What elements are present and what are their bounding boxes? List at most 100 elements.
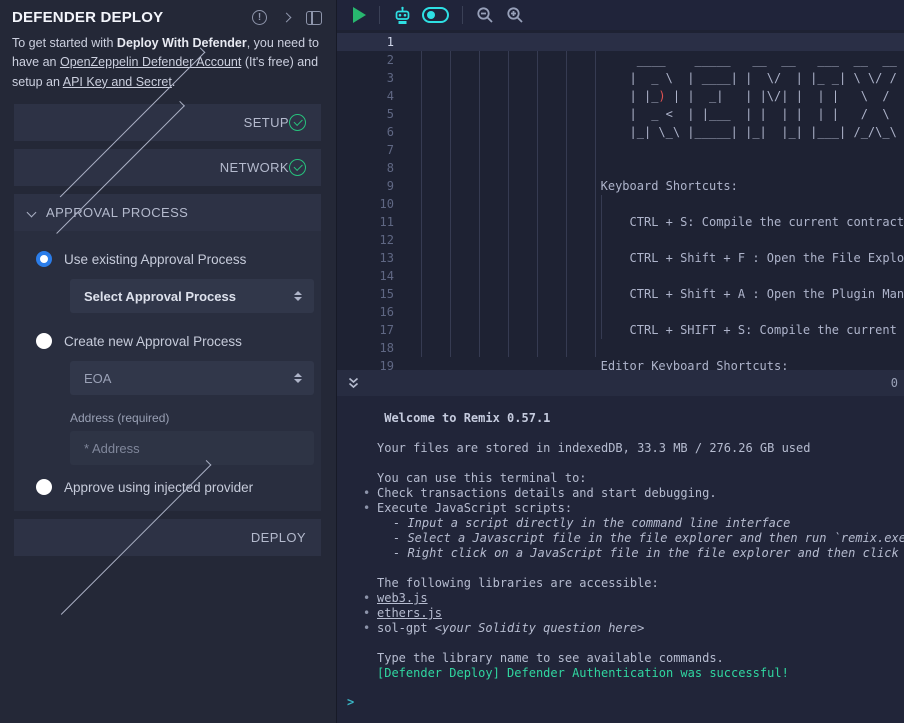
terminal-line: Execute JavaScript scripts: xyxy=(377,501,904,516)
editor-column: 12345678910111213141516171819 ____ _____… xyxy=(337,0,904,723)
code-line: |_| \_\ |_____| |_| |_| |___| /_/\_\ xyxy=(420,123,904,141)
line-number[interactable]: 5 xyxy=(337,105,394,123)
approval-process-select[interactable]: Select Approval Process xyxy=(70,279,314,313)
collapse-terminal-icon[interactable] xyxy=(347,376,360,390)
editor-gutter[interactable]: 12345678910111213141516171819 xyxy=(337,30,420,370)
code-line: CTRL + SHIFT + S: Compile the current co… xyxy=(420,321,904,339)
line-number[interactable]: 11 xyxy=(337,213,394,231)
terminal-line: web3.js xyxy=(377,591,904,606)
terminal-line xyxy=(377,426,904,441)
code-line xyxy=(420,141,904,159)
terminal-line: - Input a script directly in the command… xyxy=(393,516,904,531)
ai-copilot-toggle[interactable] xyxy=(422,7,449,23)
terminal-line xyxy=(377,456,904,471)
check-circle-icon xyxy=(289,114,306,131)
terminal-line: - Select a Javascript file in the file e… xyxy=(393,531,904,546)
select-value: Select Approval Process xyxy=(84,289,236,304)
code-line xyxy=(420,231,904,249)
check-circle-icon xyxy=(289,159,306,176)
editor-toolbar xyxy=(337,0,904,30)
terminal-link[interactable]: ethers.js xyxy=(377,606,442,620)
info-icon[interactable]: ! xyxy=(252,10,267,25)
section-label: DEPLOY xyxy=(251,530,306,545)
terminal-output: Welcome to Remix 0.57.1 Your files are st… xyxy=(377,411,904,681)
terminal[interactable]: Welcome to Remix 0.57.1 Your files are st… xyxy=(337,396,904,723)
code-line xyxy=(420,33,904,51)
terminal-line: ethers.js xyxy=(377,606,904,621)
terminal-line: [Defender Deploy] Defender Authenticatio… xyxy=(377,666,904,681)
line-number[interactable]: 12 xyxy=(337,231,394,249)
code-line: CTRL + Shift + A : Open the Plugin Manag… xyxy=(420,285,904,303)
section-label: SETUP xyxy=(244,115,289,130)
terminal-line: Type the library name to see available c… xyxy=(377,651,904,666)
terminal-link[interactable]: web3.js xyxy=(377,591,428,605)
intro-text: To get started with xyxy=(12,36,117,50)
terminal-bar: 0 xyxy=(337,370,904,396)
zoom-in-icon[interactable] xyxy=(506,6,524,24)
select-value: EOA xyxy=(84,371,111,386)
line-number[interactable]: 16 xyxy=(337,303,394,321)
code-line: | |_) | | _| | |\/| | | | \ / xyxy=(420,87,904,105)
chevron-down-icon xyxy=(27,208,37,218)
terminal-line: The following libraries are accessible: xyxy=(377,576,904,591)
intro-bold: Deploy With Defender xyxy=(117,36,247,50)
terminal-line: Your files are stored in indexedDB, 33.3… xyxy=(377,441,904,456)
line-number[interactable]: 10 xyxy=(337,195,394,213)
line-number[interactable]: 4 xyxy=(337,87,394,105)
defender-account-link[interactable]: OpenZeppelin Defender Account xyxy=(60,55,241,69)
code-line: Editor Keyboard Shortcuts: xyxy=(420,357,904,370)
panel-header: DEFENDER DEPLOY ! xyxy=(0,0,336,30)
toolbar-divider xyxy=(379,6,380,24)
section-network[interactable]: NETWORK xyxy=(14,149,321,186)
line-number[interactable]: 19 xyxy=(337,357,394,370)
radio-label: Use existing Approval Process xyxy=(64,252,246,267)
line-number[interactable]: 13 xyxy=(337,249,394,267)
code-line: CTRL + Shift + F : Open the File Explore… xyxy=(420,249,904,267)
line-number[interactable]: 14 xyxy=(337,267,394,285)
ai-assistant-robot-icon[interactable] xyxy=(393,6,412,25)
terminal-prompt[interactable]: > xyxy=(347,695,904,710)
line-number[interactable]: 7 xyxy=(337,141,394,159)
radio-create-new[interactable] xyxy=(36,333,52,349)
terminal-line: You can use this terminal to: xyxy=(377,471,904,486)
transaction-count-badge[interactable]: 0 xyxy=(891,376,898,390)
line-number[interactable]: 6 xyxy=(337,123,394,141)
line-number[interactable]: 8 xyxy=(337,159,394,177)
code-line: Keyboard Shortcuts: xyxy=(420,177,904,195)
sort-arrows-icon xyxy=(294,373,302,383)
radio-injected-provider[interactable] xyxy=(36,479,52,495)
panel-title: DEFENDER DEPLOY xyxy=(12,9,163,26)
line-number[interactable]: 9 xyxy=(337,177,394,195)
code-line xyxy=(420,159,904,177)
line-number[interactable]: 2 xyxy=(337,51,394,69)
sort-arrows-icon xyxy=(294,291,302,301)
defender-deploy-panel: DEFENDER DEPLOY ! To get started with De… xyxy=(0,0,337,723)
line-number[interactable]: 17 xyxy=(337,321,394,339)
section-deploy[interactable]: DEPLOY xyxy=(14,519,321,556)
editor-code[interactable]: ____ _____ __ __ ___ __ __ | _ \ | ____|… xyxy=(420,30,904,370)
split-panel-icon[interactable] xyxy=(306,11,322,25)
section-label: NETWORK xyxy=(220,160,289,175)
terminal-line xyxy=(377,561,904,576)
code-line: | _ < | |___ | | | | | | / \ xyxy=(420,105,904,123)
line-number[interactable]: 3 xyxy=(337,69,394,87)
radio-use-existing[interactable] xyxy=(36,251,52,267)
terminal-line: sol-gpt <your Solidity question here> xyxy=(377,621,904,636)
approval-process-form: Use existing Approval Process Select App… xyxy=(14,231,321,511)
terminal-line: Welcome to Remix 0.57.1 xyxy=(377,411,904,426)
line-number[interactable]: 15 xyxy=(337,285,394,303)
terminal-line: - Right click on a JavaScript file in th… xyxy=(393,546,904,561)
terminal-line xyxy=(377,636,904,651)
line-number[interactable]: 1 xyxy=(337,33,394,51)
api-key-link[interactable]: API Key and Secret xyxy=(63,75,172,89)
code-line xyxy=(420,195,904,213)
line-number[interactable]: 18 xyxy=(337,339,394,357)
run-script-button[interactable] xyxy=(353,7,366,23)
address-input[interactable] xyxy=(70,431,314,465)
panel-intro-text: To get started with Deploy With Defender… xyxy=(0,30,336,104)
radio-label: Create new Approval Process xyxy=(64,334,242,349)
approval-type-select[interactable]: EOA xyxy=(70,361,314,395)
chevron-right-icon[interactable] xyxy=(282,13,292,23)
zoom-out-icon[interactable] xyxy=(476,6,494,24)
code-editor[interactable]: 12345678910111213141516171819 ____ _____… xyxy=(337,30,904,370)
